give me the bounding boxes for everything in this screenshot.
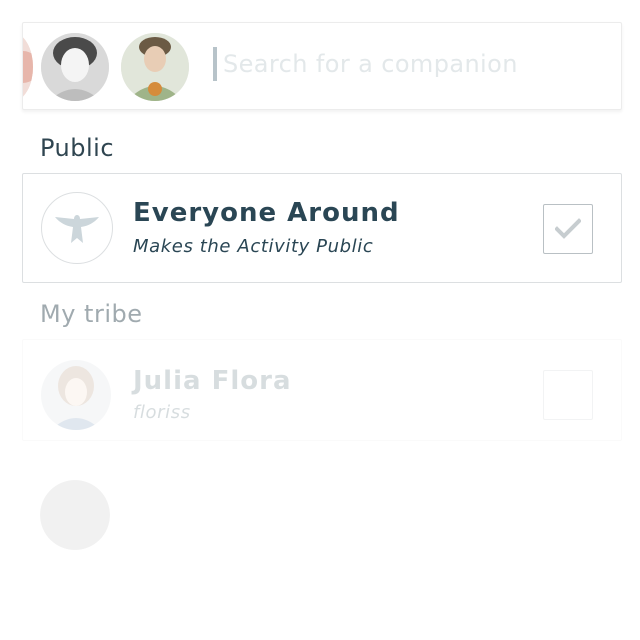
tribe-member-checkbox[interactable] — [543, 370, 593, 420]
tribe-section-title: My tribe — [40, 300, 143, 328]
everyone-around-avatar — [41, 192, 113, 264]
selected-companion-avatar[interactable] — [121, 33, 189, 101]
option-subtitle: Makes the Activity Public — [133, 236, 374, 257]
tribe-member-avatar — [41, 360, 111, 430]
checkmark-icon — [555, 218, 581, 239]
woman-avatar-icon — [41, 360, 111, 430]
man-avatar-icon — [121, 33, 189, 101]
selected-companion-avatar[interactable] — [41, 33, 109, 101]
everyone-around-checkbox[interactable] — [543, 204, 593, 254]
tribe-member-handle: floriss — [133, 402, 191, 423]
public-section-title: Public — [40, 134, 115, 162]
avatar-icon — [40, 480, 110, 550]
selected-companion-avatar[interactable] — [23, 33, 33, 101]
partial-avatar-icon — [23, 33, 33, 101]
woman-avatar-icon — [41, 33, 109, 101]
bird-icon — [55, 215, 99, 243]
tribe-member-name: Julia Flora — [133, 366, 292, 396]
everyone-around-option[interactable]: Everyone Around Makes the Activity Publi… — [22, 173, 622, 283]
tribe-member-avatar — [40, 480, 110, 550]
companion-search-bar — [22, 22, 622, 110]
tribe-member-row[interactable]: Julia Flora floriss — [22, 339, 622, 441]
companion-search-input[interactable] — [213, 47, 605, 81]
option-name: Everyone Around — [133, 198, 400, 228]
